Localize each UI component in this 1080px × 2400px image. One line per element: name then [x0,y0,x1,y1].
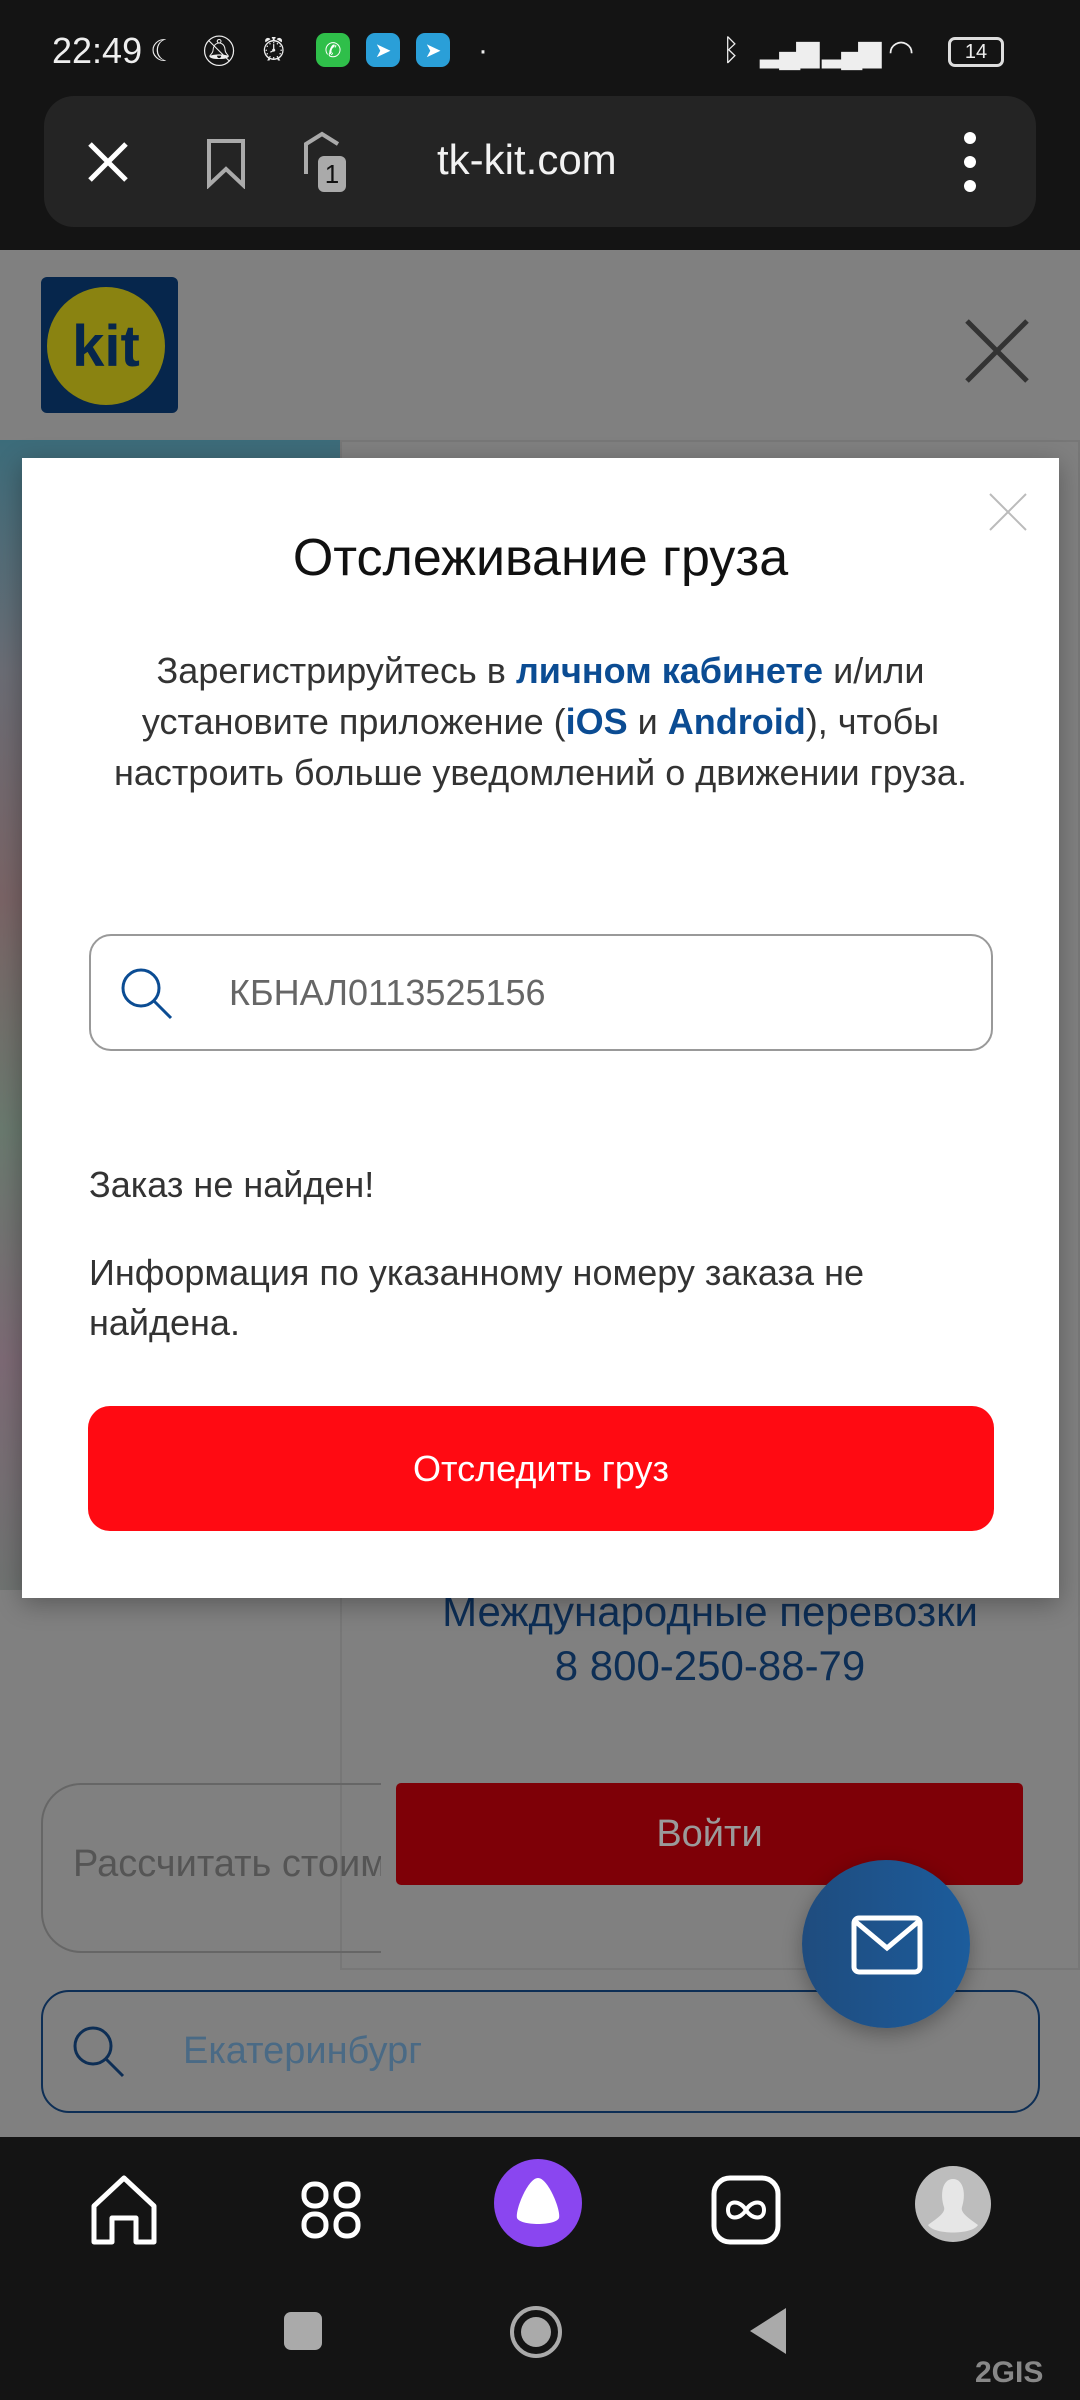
bookmark-icon[interactable] [205,137,247,189]
intl-phone[interactable]: 8 800-250-88-79 [340,1639,1080,1693]
alarm-icon: ⏰︎ [262,34,286,67]
moon-icon: ☾ [150,35,177,68]
profile-avatar[interactable] [914,2165,992,2243]
ios-link[interactable]: iOS [566,701,628,742]
battery-icon: 14 [948,37,1004,67]
calc-placeholder: Рассчитать стоимость [73,1843,381,1885]
infinity-icon[interactable] [706,2170,786,2250]
home-nav-button[interactable] [508,2304,564,2360]
back-button[interactable] [748,2306,788,2356]
clock: 22:49 [52,30,143,71]
desc-text: Зарегистрируйтесь в [156,650,516,691]
kit-logo[interactable]: kit [41,277,178,413]
modal-description: Зарегистрируйтесь в личном кабинете и/ил… [82,645,999,798]
international-shipping: Международные перевозки 8 800-250-88-79 [340,1585,1080,1693]
modal-title: Отслеживание груза [292,529,789,587]
login-button[interactable]: Войти [396,1783,1023,1885]
tracking-number-input[interactable]: КБНАЛ0113525156 [89,934,993,1051]
battery-level: 14 [964,40,988,63]
page-menu-close-icon[interactable] [964,318,1030,384]
desc-text: и [627,701,668,742]
city-value: Екатеринбург [183,2030,423,2072]
modal-close-icon[interactable] [988,492,1028,532]
url-field[interactable]: tk-kit.com [437,136,617,184]
search-icon [73,2026,125,2078]
track-button[interactable]: Отследить груз [88,1406,994,1531]
logo-text: kit [47,287,165,405]
menu-icon[interactable] [956,130,984,194]
home-icon[interactable] [84,2170,164,2250]
telegram-icon: ➤ [416,33,450,67]
personal-cabinet-link[interactable]: личном кабинете [516,650,823,691]
tabs-button[interactable]: 1 [302,130,362,194]
alice-assistant-icon[interactable] [493,2158,583,2248]
more-notifications-dot: · [478,34,488,67]
tracking-modal: Отслеживание груза Зарегистрируйтесь в л… [22,458,1059,1598]
not-found-text: Информация по указанному номеру заказа н… [89,1252,864,1343]
calculate-input[interactable]: Рассчитать стоимость [41,1783,381,1953]
tab-count: 1 [318,156,346,192]
whatsapp-icon: ✆ [316,33,350,67]
signal-icon: ▂▄▆ [822,35,881,68]
not-found-title: Заказ не найден! [89,1164,375,1205]
mail-icon [851,1915,923,1975]
message-button[interactable] [802,1860,970,2028]
apps-grid-icon[interactable] [292,2170,372,2250]
signal-icon: ▂▄▆ [760,35,819,68]
watermark: 2GIS [975,2356,1044,2389]
android-link[interactable]: Android [668,701,806,742]
telegram-icon: ➤ [366,33,400,67]
search-icon [121,968,173,1020]
close-tab-icon[interactable] [86,140,130,184]
recents-button[interactable] [284,2312,322,2350]
mute-bell-icon: 🔕︎ [200,35,239,68]
wifi-icon: ◠ [888,35,915,68]
tracking-value: КБНАЛ0113525156 [229,972,546,1013]
bluetooth-icon: ᛒ [722,34,740,67]
